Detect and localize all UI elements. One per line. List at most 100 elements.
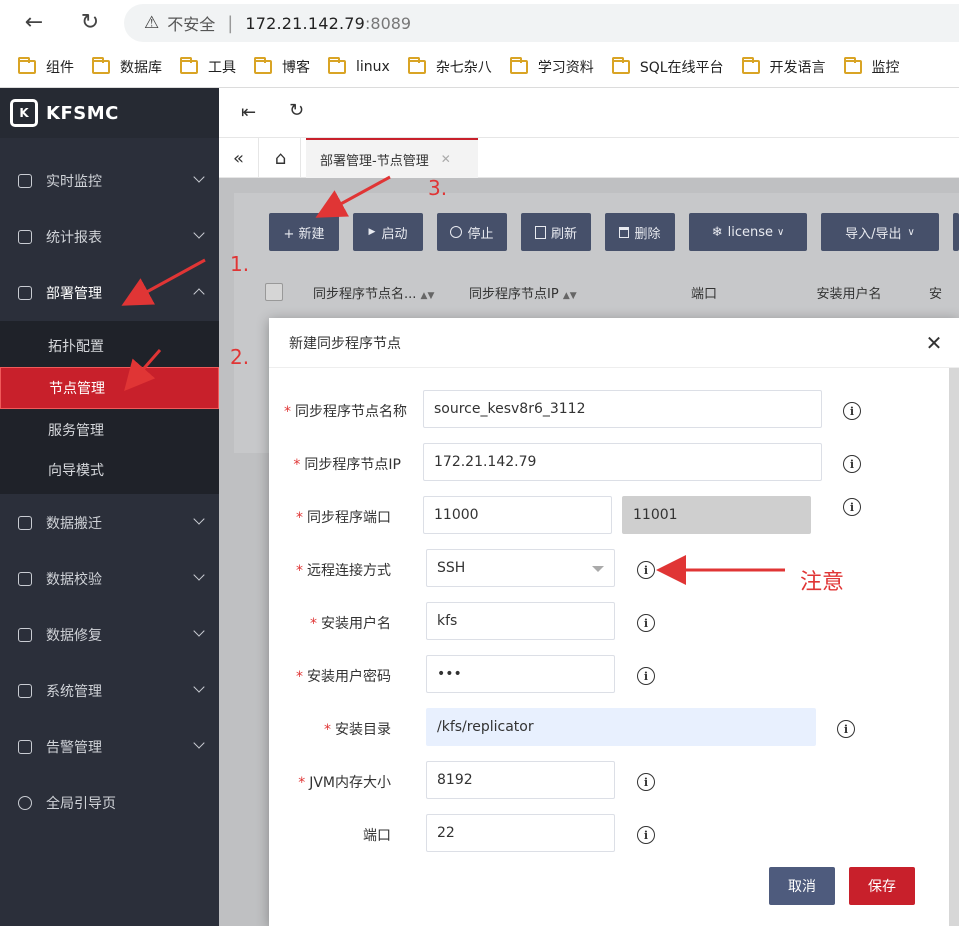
install-user-input[interactable]: kfs — [426, 602, 615, 640]
save-button[interactable]: 保存 — [849, 867, 915, 905]
stop-circle-icon — [450, 226, 463, 238]
submenu-item-topology[interactable]: 拓扑配置 — [0, 325, 219, 367]
sidebar-item-deploy[interactable]: 部署管理 — [0, 265, 219, 321]
new-button[interactable]: + 新建 — [269, 213, 339, 251]
trash-icon — [619, 226, 630, 238]
tools-icon — [18, 628, 32, 642]
column-header-install-user: 安装用户名 — [816, 286, 882, 302]
tab-bar: « ⌂ 部署管理-节点管理 ✕ — [219, 138, 959, 178]
chevron-down-icon — [193, 227, 205, 239]
install-dir-input[interactable]: /kfs/replicator — [426, 708, 816, 746]
bookmark-item[interactable]: 博客 — [254, 57, 310, 77]
bookmark-item[interactable]: linux — [328, 57, 390, 75]
address-bar[interactable]: ⚠ 不安全 | 172.21.142.79:8089 — [124, 4, 959, 42]
select-all-checkbox[interactable] — [265, 283, 283, 301]
sidebar-item-reports[interactable]: 统计报表 — [0, 209, 219, 265]
label-remote-method: * 远程连接方式 — [296, 563, 391, 579]
tab-node-management[interactable]: 部署管理-节点管理 ✕ — [306, 138, 478, 178]
bookmark-item[interactable]: SQL在线平台 — [611, 57, 724, 77]
sidebar-item-repair[interactable]: 数据修复 — [0, 607, 219, 663]
search-icon — [18, 572, 32, 586]
info-icon[interactable]: i — [637, 667, 655, 685]
ssh-port-input[interactable]: 22 — [426, 814, 615, 852]
column-header-node-name[interactable]: 同步程序节点名... ▲▼ — [313, 283, 469, 302]
bookmark-item[interactable]: 学习资料 — [509, 57, 594, 77]
node-name-input[interactable]: source_kesv8r6_3112 — [423, 390, 822, 428]
tabs-scroll-left-icon[interactable]: « — [219, 138, 259, 178]
info-icon[interactable]: i — [843, 402, 861, 420]
info-icon[interactable]: i — [637, 826, 655, 844]
back-arrow-icon[interactable]: ← — [20, 8, 48, 36]
info-icon[interactable]: i — [637, 561, 655, 579]
sidebar-item-system[interactable]: 系统管理 — [0, 663, 219, 719]
delete-button[interactable]: 删除 — [605, 213, 675, 251]
import-export-dropdown[interactable]: 导入/导出 ∨ — [821, 213, 939, 251]
folder-icon — [407, 57, 426, 74]
chevron-down-icon — [193, 569, 205, 581]
submenu-item-wizard[interactable]: 向导模式 — [0, 449, 219, 491]
sidebar-item-monitor[interactable]: 实时监控 — [0, 153, 219, 209]
label-node-ip: * 同步程序节点IP — [293, 457, 401, 473]
start-button[interactable]: ▶ 启动 — [353, 213, 423, 251]
sidebar-item-migration[interactable]: 数据搬迁 — [0, 495, 219, 551]
collapse-menu-icon[interactable]: ⇤ — [241, 102, 256, 123]
play-icon: ▶ — [368, 227, 376, 237]
logo-text: KFSMC — [46, 102, 119, 124]
sidebar-item-alerts[interactable]: 告警管理 — [0, 719, 219, 775]
column-header-node-ip[interactable]: 同步程序节点IP ▲▼ — [469, 283, 639, 302]
folder-icon — [92, 57, 110, 74]
annotation-step2: 2. — [230, 345, 250, 369]
chevron-down-icon — [193, 737, 205, 749]
refresh-button[interactable]: 刷新 — [521, 213, 591, 251]
install-password-input[interactable]: ••• — [426, 655, 615, 693]
node-ip-input[interactable]: 172.21.142.79 — [423, 443, 822, 481]
close-tab-icon[interactable]: ✕ — [441, 152, 451, 166]
home-icon[interactable]: ⌂ — [261, 138, 301, 178]
license-dropdown[interactable]: ❄ license ∨ — [689, 213, 807, 251]
dialog-scrollbar[interactable] — [949, 368, 959, 926]
browser-chrome: ← ↻ ⚠ 不安全 | 172.21.142.79:8089 组件 数据库 工具… — [0, 0, 959, 88]
sidebar-item-verify[interactable]: 数据校验 — [0, 551, 219, 607]
caret-down-icon — [592, 566, 604, 572]
bookmark-item[interactable]: 工具 — [180, 57, 236, 77]
submenu-item-service[interactable]: 服务管理 — [0, 409, 219, 451]
bookmarks-bar: 组件 数据库 工具 博客 linux 杂七杂八 学习资料 SQL在线平台 开发语… — [0, 48, 959, 86]
alert-icon — [18, 740, 32, 754]
grid-icon — [18, 286, 32, 300]
info-icon[interactable]: i — [843, 455, 861, 473]
jvm-memory-input[interactable]: 8192 — [426, 761, 615, 799]
stop-button[interactable]: 停止 — [437, 213, 507, 251]
app-logo[interactable]: K KFSMC — [0, 88, 219, 138]
info-icon[interactable]: i — [837, 720, 855, 738]
label-jvm-memory: * JVM内存大小 — [298, 775, 391, 791]
sidebar: K KFSMC 实时监控 统计报表 部署管理 拓扑配置 节点管理 服务管理 向导… — [0, 88, 219, 926]
folder-icon — [328, 57, 346, 74]
chevron-down-icon — [193, 681, 205, 693]
folder-icon — [741, 57, 760, 74]
chevron-up-icon — [193, 288, 205, 300]
bookmark-item[interactable]: 开发语言 — [741, 57, 826, 77]
chevron-down-icon: ∨ — [907, 226, 915, 238]
sidebar-item-guide[interactable]: 全局引导页 — [0, 775, 219, 831]
remote-method-select[interactable]: SSH — [426, 549, 615, 587]
close-icon[interactable]: ✕ — [921, 330, 947, 356]
reload-icon[interactable]: ↻ — [76, 8, 104, 36]
info-icon[interactable]: i — [637, 773, 655, 791]
address-separator: | — [227, 12, 234, 34]
bookmark-item[interactable]: 监控 — [843, 57, 900, 77]
info-icon[interactable]: i — [843, 498, 861, 516]
info-icon[interactable]: i — [637, 614, 655, 632]
folder-icon — [611, 57, 630, 74]
report-icon — [18, 230, 32, 244]
bookmark-item[interactable]: 杂七杂八 — [407, 57, 492, 77]
bookmark-item[interactable]: 数据库 — [92, 57, 162, 77]
new-node-dialog: 新建同步程序节点 ✕ * 同步程序节点名称 source_kesv8r6_3112… — [269, 318, 959, 926]
cancel-button[interactable]: 取消 — [769, 867, 835, 905]
bookmark-item[interactable]: 组件 — [18, 57, 74, 77]
folder-icon — [843, 57, 862, 74]
submenu-item-node-management[interactable]: 节点管理 — [0, 367, 219, 409]
more-toolbar-button[interactable] — [953, 213, 959, 251]
refresh-page-icon[interactable]: ↻ — [289, 100, 304, 121]
sync-port-input[interactable]: 11000 — [423, 496, 612, 534]
folder-icon — [18, 57, 36, 74]
